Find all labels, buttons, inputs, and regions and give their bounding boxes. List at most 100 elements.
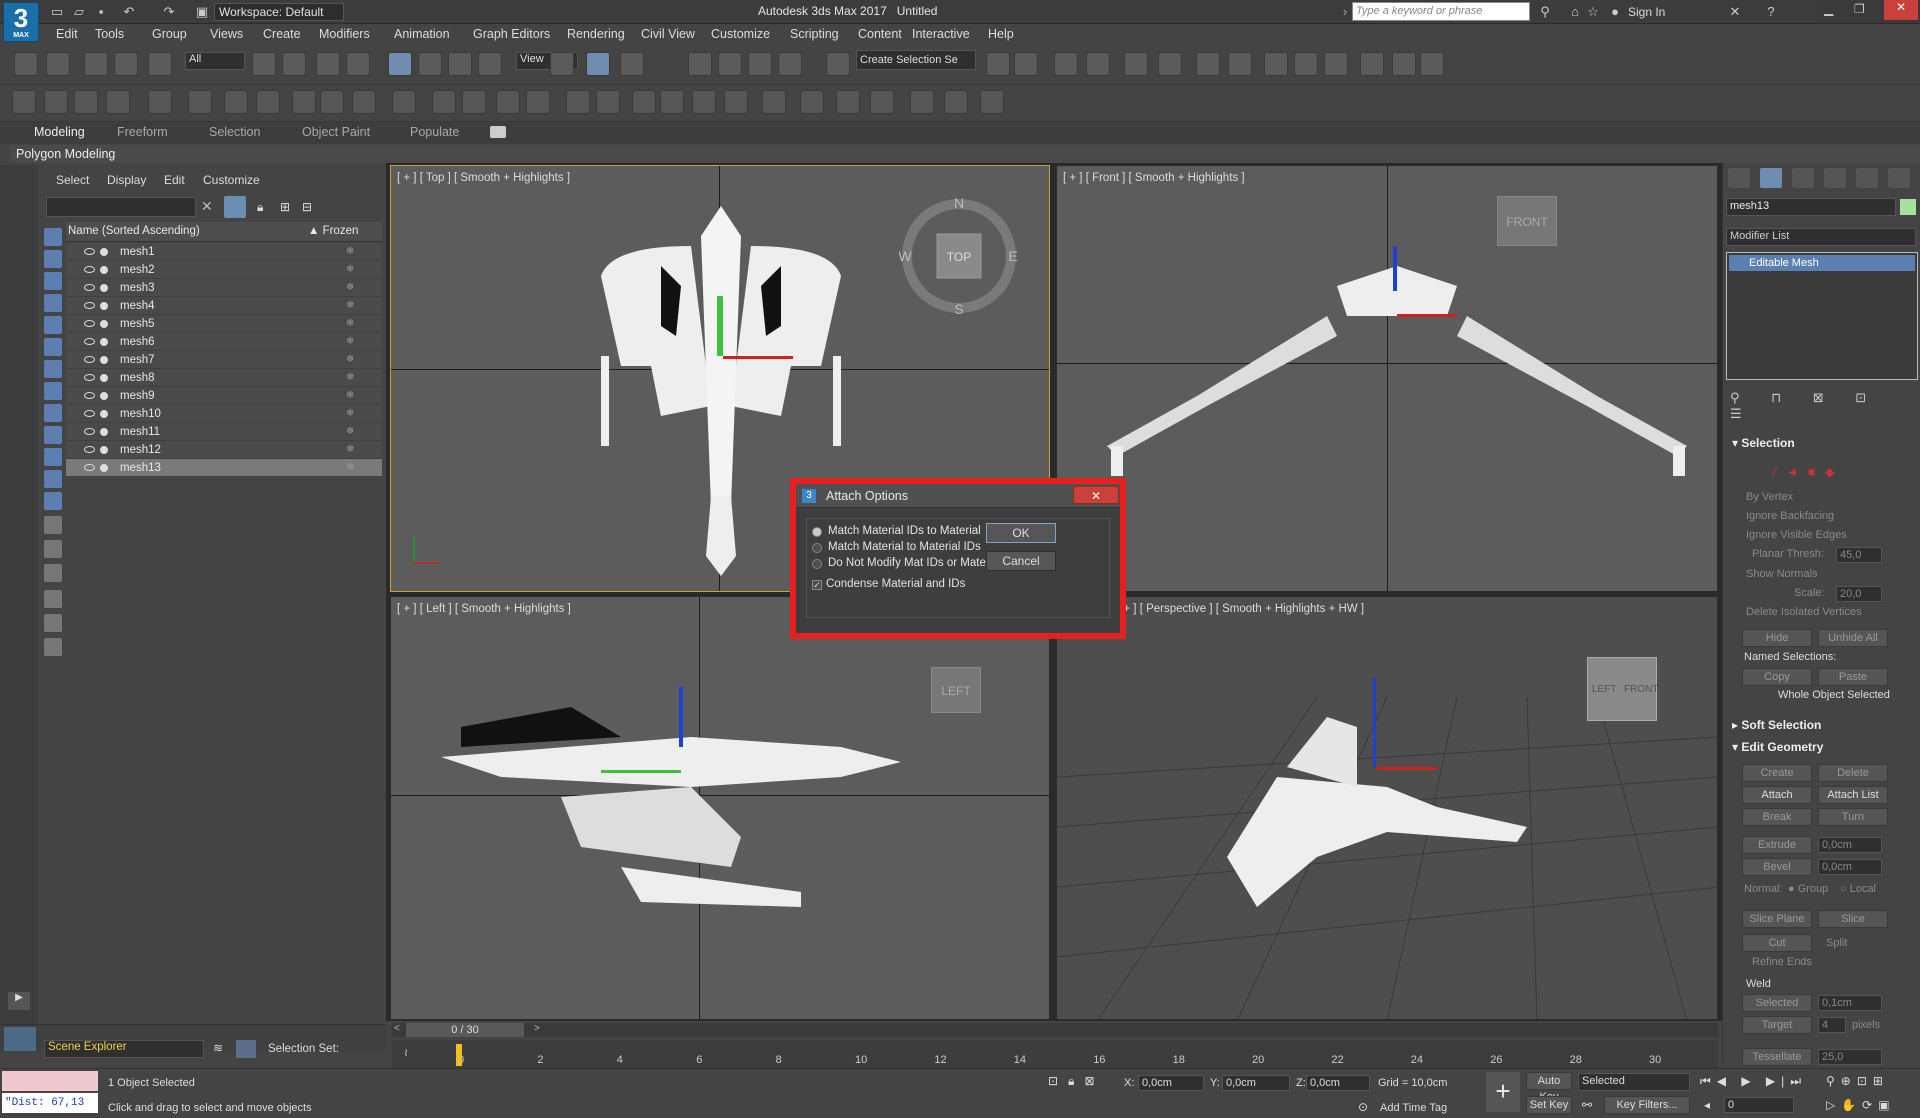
- create-tool-icon-24[interactable]: [800, 90, 824, 114]
- app-logo[interactable]: 3 MAX: [3, 2, 39, 42]
- create-tool-icon-7[interactable]: [224, 90, 248, 114]
- create-tool-icon-6[interactable]: [188, 90, 212, 114]
- renderable-icon[interactable]: [100, 374, 108, 382]
- mirror-icon[interactable]: [986, 52, 1010, 76]
- save-file-icon[interactable]: ▪: [92, 3, 110, 21]
- explorer-filter-icon-5[interactable]: [44, 316, 62, 334]
- create-tool-icon-15[interactable]: [496, 90, 520, 114]
- help-icon[interactable]: ?: [1762, 3, 1780, 21]
- hierarchy-icon[interactable]: ⊞: [280, 200, 290, 214]
- restore-icon[interactable]: ❐: [1854, 2, 1865, 16]
- ignore-visible-edges-check[interactable]: Ignore Visible Edges: [1746, 529, 1847, 541]
- menu-scripting[interactable]: Scripting: [790, 27, 839, 41]
- explorer-filter-icon-17[interactable]: [44, 590, 62, 608]
- visibility-eye-icon[interactable]: [84, 338, 95, 345]
- maxscript-listener-bottom[interactable]: "Dist: 67,13: [2, 1093, 98, 1113]
- weld-target-pixels-field[interactable]: 4: [1818, 1017, 1846, 1033]
- renderable-icon[interactable]: [100, 302, 108, 310]
- rollout-selection[interactable]: ▾ Selection: [1732, 436, 1795, 450]
- scene-object-row[interactable]: mesh6 ❄: [66, 333, 382, 351]
- column-name[interactable]: Name (Sorted Ascending): [68, 225, 200, 237]
- add-time-tag[interactable]: Add Time Tag: [1380, 1102, 1447, 1114]
- create-tool-icon-8[interactable]: [256, 90, 280, 114]
- viewport-left[interactable]: [ + ] [ Left ] [ Smooth + Highlights ] L…: [390, 596, 1050, 1020]
- create-tool-icon-2[interactable]: [44, 90, 68, 114]
- utilities-panel-icon[interactable]: [1888, 168, 1910, 188]
- align-icon[interactable]: [1014, 52, 1038, 76]
- viewport-perspective[interactable]: [ + ] [ Perspective ] [ Smooth + Highlig…: [1056, 596, 1718, 1020]
- renderable-icon[interactable]: [100, 446, 108, 454]
- material-editor-icon[interactable]: [1228, 52, 1252, 76]
- visibility-eye-icon[interactable]: [84, 446, 95, 453]
- select-object-icon[interactable]: [252, 52, 276, 76]
- explorer-filter-icon-11[interactable]: [44, 448, 62, 466]
- slice-button[interactable]: Slice: [1818, 910, 1888, 928]
- open-file-icon[interactable]: ▱: [70, 3, 88, 21]
- ribbon-panel-polygon-modeling[interactable]: Polygon Modeling: [10, 145, 1920, 163]
- scene-object-row[interactable]: mesh13 ❄: [66, 459, 382, 477]
- curve-editor-icon[interactable]: [1158, 52, 1182, 76]
- tab-freeform[interactable]: Freeform: [117, 125, 168, 139]
- rollout-edit-geometry[interactable]: ▾ Edit Geometry: [1732, 740, 1823, 754]
- minimize-icon[interactable]: ▁: [1824, 2, 1833, 16]
- stack-tools[interactable]: ⚲ ⊓ ⊠ ⊡ ☰: [1730, 390, 1918, 421]
- user-icon[interactable]: ●: [1606, 3, 1624, 21]
- redo-icon[interactable]: ↷: [160, 3, 178, 21]
- viewport-layout-icon[interactable]: [4, 1027, 36, 1051]
- current-frame-field[interactable]: 0: [1724, 1097, 1794, 1113]
- viewport-front[interactable]: [ + ] [ Front ] [ Smooth + Highlights ] …: [1056, 165, 1718, 592]
- explorer-filter-icon-2[interactable]: [44, 250, 62, 268]
- clear-search-icon[interactable]: ✕: [201, 198, 213, 215]
- binoculars-icon[interactable]: ⚲: [1536, 3, 1554, 21]
- expand-panel-icon[interactable]: ▶: [8, 992, 30, 1010]
- scene-object-row[interactable]: mesh7 ❄: [66, 351, 382, 369]
- weld-selected-button[interactable]: Selected: [1742, 994, 1812, 1012]
- toggle-scene-explorer-icon[interactable]: [1054, 52, 1078, 76]
- display-panel-icon[interactable]: [1856, 168, 1878, 188]
- visibility-eye-icon[interactable]: [84, 374, 95, 381]
- scene-object-row[interactable]: mesh1 ❄: [66, 243, 382, 261]
- select-place-icon[interactable]: [478, 52, 502, 76]
- rect-selection-icon[interactable]: [316, 52, 340, 76]
- viewport-perspective-label[interactable]: [ + ] [ Perspective ] [ Smooth + Highlig…: [1117, 603, 1364, 615]
- visibility-eye-icon[interactable]: [84, 266, 95, 273]
- menu-interactive[interactable]: Interactive: [912, 27, 970, 41]
- set-key-icon[interactable]: +: [1486, 1072, 1520, 1112]
- freeze-icon[interactable]: ❄: [346, 369, 354, 387]
- attach-button[interactable]: Attach: [1742, 786, 1812, 804]
- explorer-menu-select[interactable]: Select: [56, 173, 89, 187]
- bevel-amount-field[interactable]: 0,0cm: [1818, 859, 1882, 875]
- renderable-icon[interactable]: [100, 428, 108, 436]
- tab-modeling[interactable]: Modeling: [34, 125, 85, 139]
- angle-snap-icon[interactable]: [718, 52, 742, 76]
- renderable-icon[interactable]: [100, 284, 108, 292]
- create-tool-icon-21[interactable]: [692, 90, 716, 114]
- create-tool-icon-1[interactable]: [12, 90, 36, 114]
- modify-panel-icon[interactable]: [1760, 168, 1782, 188]
- tab-object-paint[interactable]: Object Paint: [302, 125, 370, 139]
- redo-icon[interactable]: [46, 52, 70, 76]
- time-slider[interactable]: 0 / 30 < >: [392, 1023, 1718, 1037]
- freeze-icon[interactable]: ❄: [346, 387, 354, 405]
- edit-named-selection-icon[interactable]: [826, 52, 850, 76]
- by-vertex-check[interactable]: By Vertex: [1746, 491, 1793, 503]
- spinner-snap-icon[interactable]: [778, 52, 802, 76]
- exchange-icon[interactable]: ✕: [1726, 3, 1744, 21]
- viewcube-compass[interactable]: TOP N S W E: [899, 196, 1019, 316]
- create-tool-icon-4[interactable]: [106, 90, 130, 114]
- planar-thresh-field[interactable]: 45,0: [1836, 547, 1882, 563]
- object-name-field[interactable]: mesh13: [1726, 198, 1896, 216]
- playback-controls[interactable]: ⏮◀ ▶ ▶|⏭: [1700, 1074, 1807, 1089]
- menu-edit[interactable]: Edit: [56, 27, 78, 41]
- viewport-nav-icons-2[interactable]: ▷✋⟳▣: [1826, 1098, 1896, 1112]
- menu-graph-editors[interactable]: Graph Editors: [473, 27, 550, 41]
- create-tool-icon-14[interactable]: [462, 90, 486, 114]
- menu-views[interactable]: Views: [210, 27, 243, 41]
- key-filters-button[interactable]: Key Filters...: [1604, 1096, 1690, 1114]
- freeze-icon[interactable]: ❄: [346, 297, 354, 315]
- tab-populate[interactable]: Populate: [410, 125, 459, 139]
- radio-match-material-to-ids[interactable]: [812, 543, 822, 553]
- renderable-icon[interactable]: [100, 410, 108, 418]
- extrude-button[interactable]: Extrude: [1742, 836, 1812, 854]
- create-tool-icon-12[interactable]: [392, 90, 416, 114]
